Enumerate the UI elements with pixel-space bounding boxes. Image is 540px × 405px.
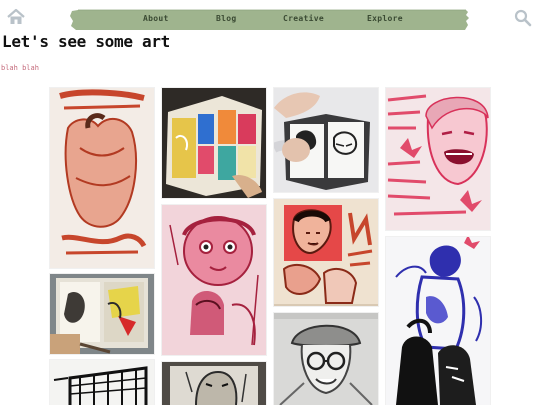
gallery-image-red-hug-drawing[interactable] bbox=[50, 88, 154, 268]
nav-links: About Blog Creative Explore bbox=[70, 9, 470, 31]
nav-link-blog[interactable]: Blog bbox=[216, 14, 236, 23]
gallery-image-blue-ink-figures[interactable] bbox=[386, 237, 490, 405]
page-subtitle: blah blah bbox=[1, 64, 39, 72]
gallery-image-sketchbook-yellow[interactable] bbox=[50, 274, 154, 354]
gallery-image-bw-face-drawing[interactable] bbox=[162, 362, 266, 405]
gallery-image-pencil-portrait[interactable] bbox=[274, 313, 378, 405]
gallery-image-bw-structure[interactable] bbox=[50, 360, 154, 405]
nav-link-explore[interactable]: Explore bbox=[367, 14, 403, 23]
gallery-image-pink-faces[interactable] bbox=[162, 205, 266, 355]
search-icon[interactable] bbox=[514, 9, 532, 27]
gallery-image-red-grid-sketch[interactable] bbox=[274, 199, 378, 306]
nav-link-creative[interactable]: Creative bbox=[283, 14, 324, 23]
gallery-image-pink-screaming-face[interactable] bbox=[386, 88, 490, 230]
gallery-image-manga-book[interactable] bbox=[274, 88, 378, 192]
nav-link-about[interactable]: About bbox=[143, 14, 169, 23]
page-title: Let's see some art bbox=[2, 32, 170, 51]
home-icon[interactable] bbox=[6, 7, 26, 27]
gallery-image-colorful-sketchbook[interactable] bbox=[162, 88, 266, 198]
